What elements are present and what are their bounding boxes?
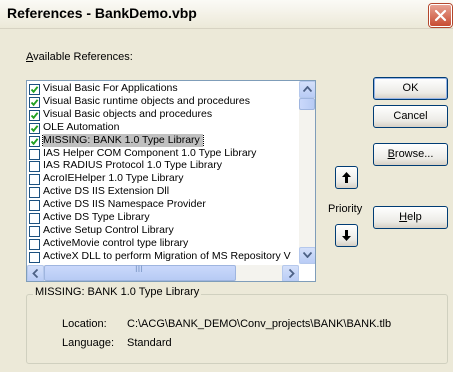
horizontal-scroll-thumb[interactable]: III xyxy=(44,265,236,281)
reference-label: AcroIEHelper 1.0 Type Library xyxy=(43,172,184,185)
reference-list-item[interactable]: Active DS IIS Extension Dll xyxy=(29,185,299,199)
reference-label: Active DS IIS Extension Dll xyxy=(43,185,170,198)
reference-list-item[interactable]: MISSING: BANK 1.0 Type Library xyxy=(29,133,299,147)
location-label: Location: xyxy=(62,318,107,330)
checkmark-icon xyxy=(30,99,39,107)
close-icon xyxy=(434,9,447,22)
reference-checkbox[interactable] xyxy=(29,148,40,160)
reference-list-item[interactable]: IAS Helper COM Component 1.0 Type Librar… xyxy=(29,147,299,160)
scroll-right-icon xyxy=(288,269,295,278)
reference-list-item[interactable]: Visual Basic objects and procedures xyxy=(29,108,299,121)
reference-checkbox[interactable] xyxy=(29,84,40,95)
reference-label: MISSING: BANK 1.0 Type Library xyxy=(42,133,204,147)
ok-button[interactable]: OK xyxy=(373,77,448,100)
reference-list-item[interactable]: Visual Basic runtime objects and procedu… xyxy=(29,95,299,108)
reference-checkbox[interactable] xyxy=(29,135,40,147)
scroll-down-button[interactable] xyxy=(299,247,315,264)
language-label: Language: xyxy=(62,337,114,349)
reference-checkbox[interactable] xyxy=(29,187,40,199)
scroll-left-icon xyxy=(32,269,39,278)
reference-label: Visual Basic For Applications xyxy=(43,82,178,94)
scroll-down-icon xyxy=(303,252,312,258)
reference-label: Active DS Type Library xyxy=(43,211,150,223)
reference-list-item[interactable]: IAS RADIUS Protocol 1.0 Type Library xyxy=(29,159,299,173)
available-references-label: Available References: xyxy=(26,51,133,63)
vertical-scroll-thumb[interactable] xyxy=(299,98,315,110)
reference-label: OLE Automation xyxy=(43,120,120,133)
reference-list-item[interactable]: Active Setup Control Library xyxy=(29,224,299,237)
scroll-right-button[interactable] xyxy=(282,265,299,281)
reference-label: IAS Helper COM Component 1.0 Type Librar… xyxy=(43,146,257,159)
checkmark-icon xyxy=(30,124,39,132)
close-button[interactable] xyxy=(429,4,452,27)
reference-label: Visual Basic objects and procedures xyxy=(43,107,213,120)
up-arrow-icon xyxy=(342,172,351,183)
reference-label: IAS RADIUS Protocol 1.0 Type Library xyxy=(43,159,222,172)
checkmark-icon xyxy=(30,112,39,120)
checkmark-icon xyxy=(30,137,39,145)
browse-button[interactable]: Browse... xyxy=(373,143,448,166)
references-dialog: References - BankDemo.vbp Available Refe… xyxy=(0,0,453,372)
checkmark-icon xyxy=(30,86,39,94)
location-value: C:\ACG\BANK_DEMO\Conv_projects\BANK\BANK… xyxy=(127,318,392,330)
reference-checkbox[interactable] xyxy=(29,109,40,121)
reference-checkbox[interactable] xyxy=(29,251,40,263)
reference-label: ActiveMovie control type library xyxy=(43,236,189,249)
scroll-up-button[interactable] xyxy=(299,81,315,98)
reference-label: Visual Basic runtime objects and procedu… xyxy=(43,94,251,107)
reference-details-title: MISSING: BANK 1.0 Type Library xyxy=(33,286,202,298)
reference-label: ActiveX DLL to perform Migration of MS R… xyxy=(43,249,291,262)
references-listbox[interactable]: Visual Basic For Applications Visual Basi… xyxy=(26,80,316,282)
reference-checkbox[interactable] xyxy=(29,238,40,250)
scroll-left-button[interactable] xyxy=(27,265,44,281)
reference-checkbox[interactable] xyxy=(29,200,40,212)
reference-checkbox[interactable] xyxy=(29,213,40,224)
reference-list-item[interactable]: ActiveMovie control type library xyxy=(29,237,299,250)
vertical-scrollbar[interactable] xyxy=(299,81,315,264)
priority-label: Priority xyxy=(328,203,363,215)
reference-label: Active DS IIS Namespace Provider xyxy=(43,198,206,211)
reference-checkbox[interactable] xyxy=(29,122,40,134)
reference-list-item[interactable]: Visual Basic For Applications xyxy=(29,82,299,95)
priority-down-button[interactable] xyxy=(335,224,358,247)
reference-label: Active Setup Control Library xyxy=(43,223,174,236)
window-title: References - BankDemo.vbp xyxy=(7,5,197,21)
reference-checkbox[interactable] xyxy=(29,96,40,108)
reference-list-item[interactable]: OLE Automation xyxy=(29,121,299,134)
reference-checkbox[interactable] xyxy=(29,161,40,173)
language-value: Standard xyxy=(127,337,172,349)
reference-list-item[interactable]: ActiveX DLL to perform Migration of MS R… xyxy=(29,250,299,263)
help-button[interactable]: Help xyxy=(373,206,448,229)
priority-up-button[interactable] xyxy=(335,166,358,189)
scroll-up-icon xyxy=(303,86,312,92)
reference-list-item[interactable]: Active DS IIS Namespace Provider xyxy=(29,198,299,212)
reference-list-item[interactable]: Active DS Type Library xyxy=(29,211,299,224)
down-arrow-icon xyxy=(342,230,351,241)
reference-checkbox[interactable] xyxy=(29,225,40,237)
reference-checkbox[interactable] xyxy=(29,174,40,186)
cancel-button[interactable]: Cancel xyxy=(373,105,448,128)
title-bar[interactable]: References - BankDemo.vbp xyxy=(0,0,453,29)
horizontal-scrollbar[interactable]: III xyxy=(27,265,299,281)
scroll-grip: III xyxy=(135,265,143,275)
reference-list-item[interactable]: AcroIEHelper 1.0 Type Library xyxy=(29,172,299,186)
